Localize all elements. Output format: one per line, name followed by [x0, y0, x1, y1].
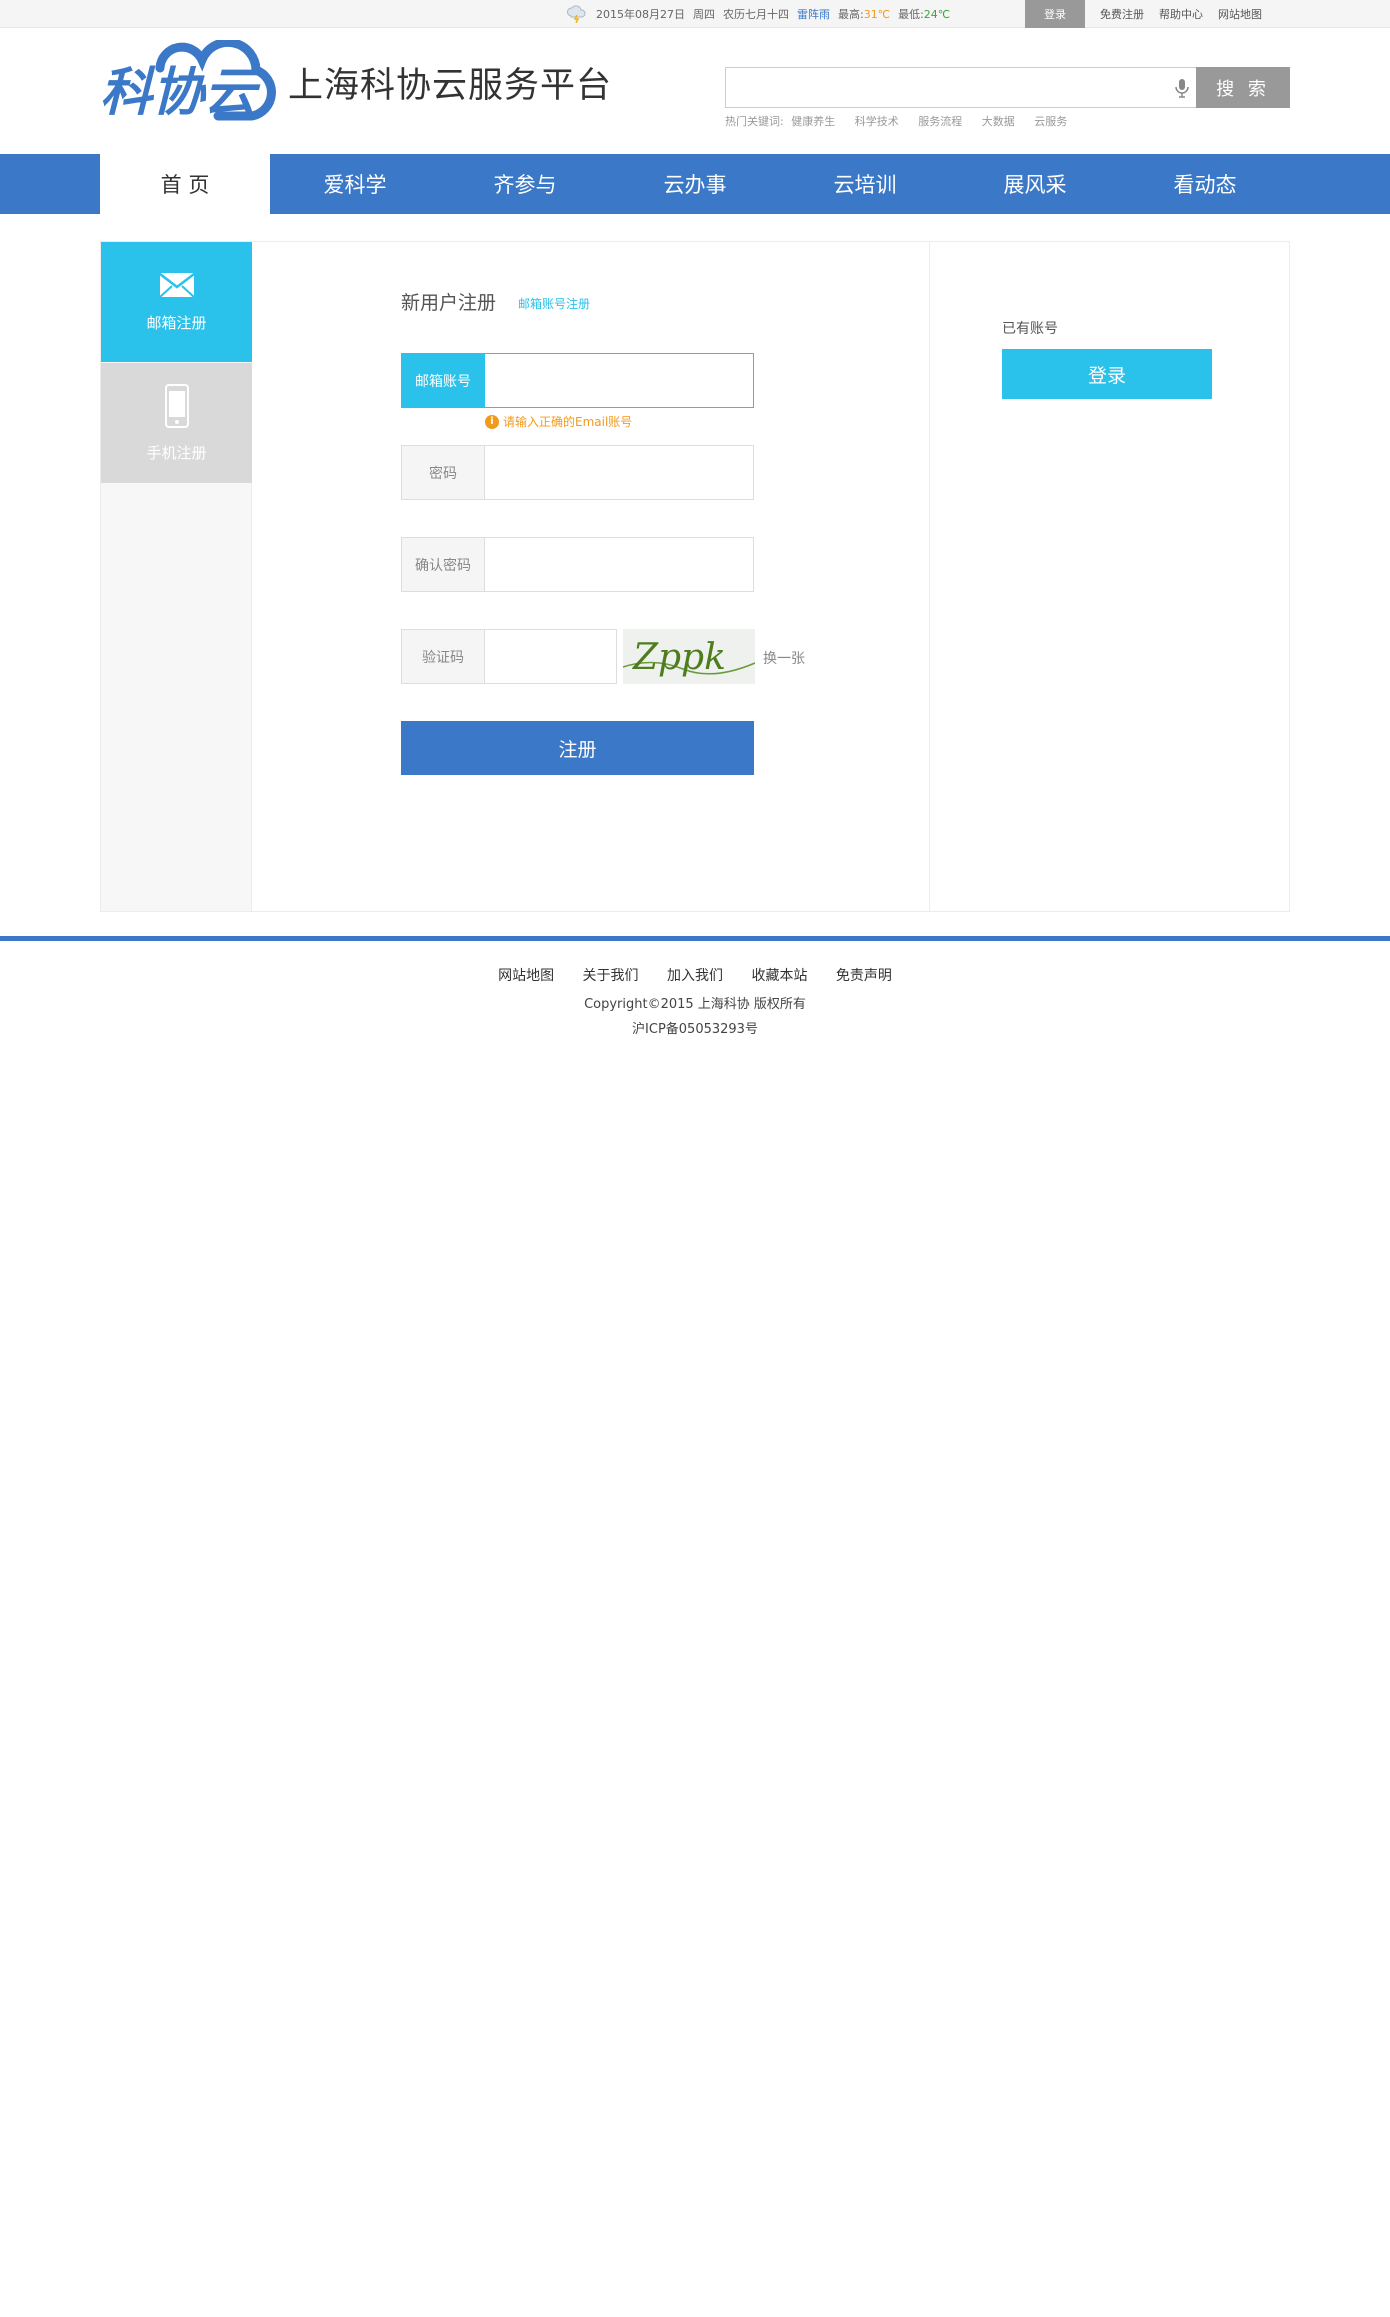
footer-link-join[interactable]: 加入我们 [667, 968, 723, 984]
top-bar: 2015年08月27日 周四 农历七月十四 雷阵雨 最高: 31℃ 最低: 24℃ … [0, 0, 1390, 28]
footer-link-about[interactable]: 关于我们 [583, 968, 639, 984]
form-title: 新用户注册 [401, 292, 497, 314]
site-title: 上海科协云服务平台 [288, 66, 613, 106]
nav-item-home[interactable]: 首 页 [100, 154, 270, 214]
tab-email-label: 邮箱注册 [146, 313, 207, 332]
password-label: 密码 [402, 446, 485, 499]
copyright-text: Copyright©2015 上海科协 版权所有 [584, 997, 806, 1012]
site-logo[interactable]: 科协云 上海科协云服务平台 [100, 37, 613, 125]
have-account-text: 已有账号 [1002, 321, 1058, 337]
tab-email-register[interactable]: 邮箱注册 [101, 242, 260, 362]
confirm-password-field: 确认密码 [401, 537, 754, 592]
active-tab-arrow [252, 296, 260, 310]
hot-keyword[interactable]: 服务流程 [918, 115, 962, 128]
hot-keyword[interactable]: 云服务 [1034, 115, 1067, 128]
hot-keywords-label: 热门关键词: [725, 115, 784, 128]
password-input[interactable] [486, 446, 752, 499]
footer-links: 网站地图 关于我们 加入我们 收藏本站 免责声明 [0, 965, 1390, 985]
captcha-input[interactable] [486, 630, 614, 683]
weather-text: 雷阵雨 [797, 8, 830, 21]
footer-link-bookmark[interactable]: 收藏本站 [751, 968, 807, 984]
microphone-icon[interactable] [1174, 78, 1190, 98]
top-login-button[interactable]: 登录 [1025, 0, 1085, 28]
search-input[interactable] [726, 68, 1146, 106]
email-input[interactable] [486, 354, 752, 407]
top-register-link[interactable]: 免费注册 [1100, 6, 1144, 22]
weather-icon [566, 5, 588, 24]
captcha-text: Zppk [632, 637, 726, 678]
logo-mark: 科协云 [100, 37, 280, 125]
email-field: 邮箱账号 [401, 353, 754, 408]
nav-item-cloud-service[interactable]: 云办事 [610, 154, 780, 214]
hot-keyword[interactable]: 健康养生 [791, 115, 835, 128]
footer-link-sitemap[interactable]: 网站地图 [498, 968, 554, 984]
register-sidebar: 邮箱注册 手机注册 [101, 242, 260, 911]
captcha-label: 验证码 [402, 630, 485, 683]
refresh-captcha-link[interactable]: 换一张 [763, 648, 805, 668]
captcha-field: 验证码 [401, 629, 617, 684]
date-text: 2015年08月27日 [596, 8, 685, 21]
envelope-icon [158, 272, 195, 302]
confirm-password-label: 确认密码 [402, 538, 485, 591]
info-icon: i [485, 414, 499, 429]
tab-phone-label: 手机注册 [146, 443, 207, 462]
top-sitemap-link[interactable]: 网站地图 [1218, 6, 1262, 22]
hot-keyword[interactable]: 大数据 [982, 115, 1015, 128]
register-button[interactable]: 注册 [401, 721, 754, 775]
temp-high-value: 31℃ [863, 7, 891, 21]
email-error-text: 请输入正确的Email账号 [503, 415, 633, 429]
nav-item-participate[interactable]: 齐参与 [440, 154, 610, 214]
search-box [725, 67, 1197, 108]
nav-item-love-science[interactable]: 爱科学 [270, 154, 440, 214]
hot-keywords: 热门关键词: 健康养生 科学技术 服务流程 大数据 云服务 [725, 113, 1083, 129]
form-subtitle[interactable]: 邮箱账号注册 [518, 295, 590, 312]
hot-keyword[interactable]: 科学技术 [855, 115, 899, 128]
captcha-image[interactable]: Zppk [623, 629, 755, 684]
lunar-date-text: 农历七月十四 [723, 8, 789, 21]
temp-low-label: 最低: [898, 8, 924, 21]
top-links: 登录 免费注册 帮助中心 网站地图 [1025, 0, 1262, 28]
footer-divider [0, 936, 1390, 941]
icp-number: 沪ICP备05053293号 [632, 1022, 758, 1037]
password-field: 密码 [401, 445, 754, 500]
nav-item-showcase[interactable]: 展风采 [950, 154, 1120, 214]
weather-info: 2015年08月27日 周四 农历七月十四 雷阵雨 最高: 31℃ 最低: 24℃ [566, 0, 950, 28]
weekday-text: 周四 [693, 8, 715, 21]
register-panel: 邮箱注册 手机注册 新用户注册 邮箱账号注册 邮箱账号 i 请输入正确的Emai… [100, 241, 1290, 912]
main-nav: 首 页 爱科学 齐参与 云办事 云培训 展风采 看动态 [0, 154, 1390, 214]
email-error: i 请输入正确的Email账号 [485, 413, 632, 430]
search-button[interactable]: 搜 索 [1196, 67, 1290, 108]
nav-item-news[interactable]: 看动态 [1120, 154, 1290, 214]
footer-link-disclaimer[interactable]: 免责声明 [836, 968, 892, 984]
mobile-phone-icon [164, 383, 189, 432]
top-help-link[interactable]: 帮助中心 [1159, 6, 1203, 22]
temp-high-label: 最高: [838, 8, 864, 21]
login-panel: 已有账号 登录 [929, 242, 1290, 911]
tab-phone-register[interactable]: 手机注册 [101, 363, 252, 483]
nav-item-cloud-training[interactable]: 云培训 [780, 154, 950, 214]
temp-low-value: 24℃ [923, 7, 951, 21]
email-label: 邮箱账号 [402, 354, 485, 407]
logo-text: 科协云 [100, 63, 261, 123]
login-button[interactable]: 登录 [1002, 349, 1212, 399]
confirm-password-input[interactable] [486, 538, 752, 591]
